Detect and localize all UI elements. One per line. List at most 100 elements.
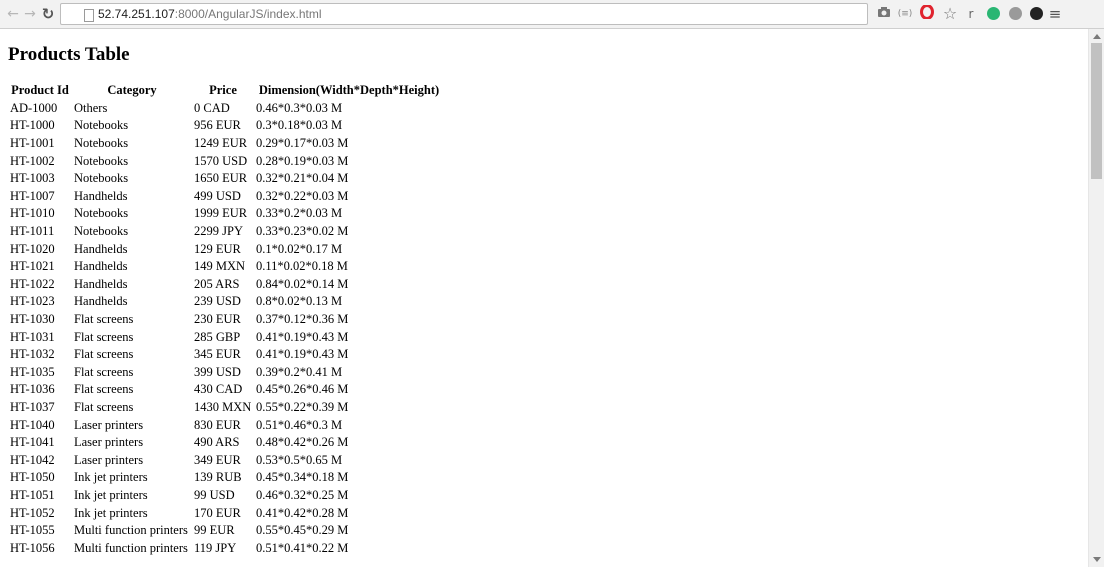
dimension-cell: 0.28*0.19*0.03 M [256,153,349,168]
dimension-cell: 0.39*0.2*0.41 M [256,364,343,379]
table-row: HT-1001 Notebooks 1249 EUR 0.29*0.17*0.03 M [8,135,444,153]
price-cell: 1249 EUR [194,136,248,151]
price-cell: 0 CAD [194,100,230,115]
product-id-cell: HT-1036 [10,382,55,397]
dimension-cell: 0.51*0.41*0.22 M [256,540,349,555]
dimension-cell: 0.37*0.12*0.36 M [256,312,349,327]
price-cell: 285 GBP [194,329,241,344]
dimension-cell: 0.55*0.22*0.39 M [256,399,349,414]
category-cell: Multi function printers [74,540,188,555]
category-cell: Others [74,100,108,115]
dimension-cell: 0.29*0.17*0.03 M [256,136,349,151]
table-row: HT-1010 Notebooks 1999 EUR 0.33*0.2*0.03 M [8,205,444,223]
menu-icon[interactable]: ≡ [1046,5,1064,23]
product-id-cell: HT-1023 [10,294,55,309]
product-id-cell: HT-1037 [10,399,55,414]
product-id-cell: HT-1000 [10,118,55,133]
price-cell: 119 JPY [194,540,237,555]
category-cell: Notebooks [74,206,129,221]
category-cell: Laser printers [74,452,144,467]
table-row: HT-1051 Ink jet printers 99 USD 0.46*0.32*0… [8,487,444,505]
r-extension-icon[interactable]: r [962,5,980,23]
arrow-right-icon[interactable]: → [21,4,39,24]
price-cell: 139 RUB [194,470,242,485]
bracket-icon[interactable]: (≡) [896,5,914,23]
category-cell: Handhelds [74,276,128,291]
product-id-cell: HT-1040 [10,417,55,432]
vertical-scrollbar[interactable] [1088,29,1104,567]
price-cell: 345 EUR [194,347,241,362]
camera-icon[interactable] [875,5,893,23]
dimension-cell: 0.33*0.23*0.02 M [256,224,349,239]
dark-circle-icon[interactable] [1027,5,1045,23]
table-row: HT-1055 Multi function printers 99 EUR 0.55… [8,522,444,540]
product-id-cell: HT-1031 [10,329,55,344]
category-cell: Flat screens [74,399,134,414]
table-row: HT-1035 Flat screens 399 USD 0.39*0.2*0.41 … [8,364,444,382]
category-cell: Ink jet printers [74,487,148,502]
products-table: Product Id Category Price Dimension(Widt… [8,82,444,557]
category-cell: Flat screens [74,312,134,327]
price-cell: 430 CAD [194,382,243,397]
header-price: Price [209,83,237,98]
table-row: HT-1002 Notebooks 1570 USD 0.28*0.19*0.03 M [8,152,444,170]
header-product-id: Product Id [11,83,69,98]
url-path: :8000/AngularJS/index.html [174,7,322,21]
scroll-up-icon[interactable] [1093,34,1101,39]
page-icon [84,9,94,22]
table-row: HT-1052 Ink jet printers 170 EUR 0.41*0.42*… [8,504,444,522]
opera-icon[interactable] [918,4,936,23]
product-id-cell: HT-1010 [10,206,55,221]
grammarly-icon[interactable] [984,5,1002,23]
price-cell: 230 EUR [194,312,241,327]
dimension-cell: 0.1*0.02*0.17 M [256,241,343,256]
price-cell: 170 EUR [194,505,241,520]
table-row: HT-1000 Notebooks 956 EUR 0.3*0.18*0.03 M [8,117,444,135]
table-row: HT-1037 Flat screens 1430 MXN 0.55*0.22*0.3… [8,399,444,417]
scroll-down-icon[interactable] [1093,557,1101,562]
face-icon[interactable] [1006,5,1024,23]
category-cell: Notebooks [74,153,129,168]
price-cell: 349 EUR [194,452,241,467]
reload-icon[interactable]: ↻ [39,4,57,24]
url-host: 52.74.251.107 [98,7,175,21]
product-id-cell: AD-1000 [10,100,58,115]
table-row: HT-1020 Handhelds 129 EUR 0.1*0.02*0.17 M [8,240,444,258]
price-cell: 956 EUR [194,118,241,133]
product-id-cell: HT-1041 [10,435,55,450]
dimension-cell: 0.45*0.34*0.18 M [256,470,349,485]
dimension-cell: 0.32*0.21*0.04 M [256,171,349,186]
header-dimension: Dimension(Width*Depth*Height) [258,83,440,98]
url-text[interactable]: 52.74.251.107:8000/AngularJS/index.html [98,4,322,24]
dimension-cell: 0.51*0.46*0.3 M [256,417,343,432]
dimension-cell: 0.45*0.26*0.46 M [256,382,349,397]
price-cell: 1999 EUR [194,206,248,221]
category-cell: Handhelds [74,188,128,203]
product-id-cell: HT-1055 [10,523,55,538]
product-id-cell: HT-1032 [10,347,55,362]
address-bar[interactable]: 52.74.251.107:8000/AngularJS/index.html [60,3,868,25]
category-cell: Handhelds [74,241,128,256]
category-cell: Notebooks [74,171,129,186]
category-cell: Flat screens [74,329,134,344]
header-category: Category [107,83,157,98]
star-icon[interactable]: ☆ [941,5,959,23]
category-cell: Handhelds [74,294,128,309]
price-cell: 149 MXN [194,259,246,274]
page-title: Products Table [8,44,130,65]
dimension-cell: 0.46*0.32*0.25 M [256,487,349,502]
arrow-left-icon[interactable]: ← [4,4,22,24]
product-id-cell: HT-1003 [10,171,55,186]
category-cell: Flat screens [74,347,134,362]
category-cell: Laser printers [74,435,144,450]
product-id-cell: HT-1050 [10,470,55,485]
category-cell: Laser printers [74,417,144,432]
table-header-row: Product Id Category Price Dimension(Widt… [8,82,444,100]
dimension-cell: 0.32*0.22*0.03 M [256,188,349,203]
dimension-cell: 0.3*0.18*0.03 M [256,118,343,133]
product-id-cell: HT-1051 [10,487,55,502]
scroll-thumb[interactable] [1091,43,1102,179]
table-row: AD-1000 Others 0 CAD 0.46*0.3*0.03 M [8,100,444,118]
table-row: HT-1011 Notebooks 2299 JPY 0.33*0.23*0.02 M [8,223,444,241]
price-cell: 1430 MXN [194,399,252,414]
